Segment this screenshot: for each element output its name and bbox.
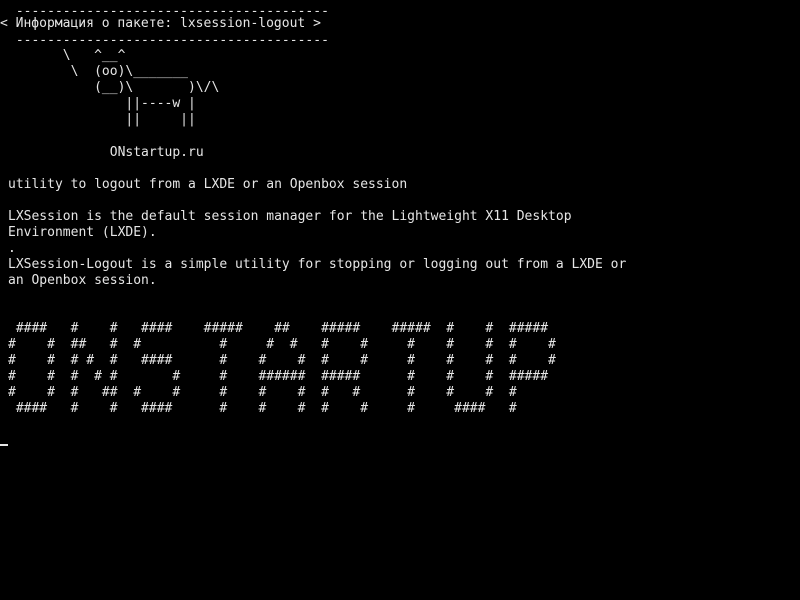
description-text: LXSession-Logout is a simple utility for…	[8, 257, 627, 272]
ascii-art-line: # # # # # #### # # # # # # # # # #	[8, 353, 556, 368]
ascii-art-line: # # # ## # # # # # # # # # # #	[8, 385, 517, 400]
ascii-art-line: # # ## # # # # # # # # # # # #	[8, 337, 556, 352]
ascii-art-line: #### # # #### # # # # # # #### #	[8, 401, 517, 416]
description-text: Environment (LXDE).	[8, 225, 157, 240]
site-name: ONstartup.ru	[8, 145, 204, 160]
package-summary: utility to logout from a LXDE or an Open…	[8, 177, 408, 192]
ascii-art-line: #### # # #### ##### ## ##### ##### # # #…	[8, 321, 549, 336]
description-separator: .	[8, 241, 16, 256]
cow-art-line: || ||	[8, 112, 196, 127]
text-cursor	[0, 444, 8, 446]
cow-art-line: \ ^__^	[8, 48, 126, 63]
banner-bottom-rule: ----------------------------------------	[8, 33, 329, 48]
terminal-screen[interactable]: ----------------------------------------…	[0, 0, 800, 600]
cow-art-line: \ (oo)\_______	[8, 64, 189, 79]
ascii-art-line: # # # # # # # ###### ##### # # # #####	[8, 369, 549, 384]
cow-art-line: (__)\ )\/\	[8, 80, 220, 95]
banner-title: < Информация о пакете: lxsession-logout …	[0, 16, 321, 31]
cow-art-line: ||----w |	[8, 96, 196, 111]
description-text: an Openbox session.	[8, 273, 157, 288]
description-text: LXSession is the default session manager…	[8, 209, 572, 224]
